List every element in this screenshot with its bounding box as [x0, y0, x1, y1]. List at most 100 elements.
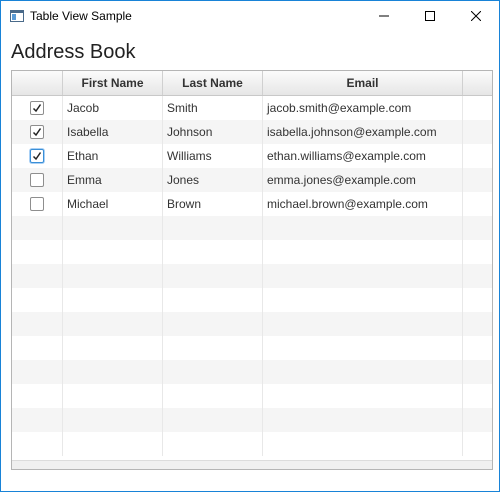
select-cell — [12, 264, 63, 288]
row-checkbox[interactable] — [30, 197, 44, 211]
horizontal-scrollbar[interactable] — [12, 460, 492, 469]
last-name-cell: Johnson — [163, 120, 263, 144]
email-cell — [263, 360, 463, 384]
email-cell — [263, 240, 463, 264]
select-cell — [12, 120, 63, 144]
select-cell — [12, 312, 63, 336]
filler-cell — [463, 192, 492, 216]
address-table[interactable]: First Name Last Name Email Jacob Smith jac… — [11, 70, 493, 470]
first-name-cell: Emma — [63, 168, 163, 192]
last-name-cell: Brown — [163, 192, 263, 216]
empty-table-row — [12, 216, 492, 240]
filler-cell — [463, 144, 492, 168]
empty-table-row — [12, 408, 492, 432]
first-name-cell — [63, 408, 163, 432]
table-header: First Name Last Name Email — [12, 71, 492, 96]
filler-cell — [463, 312, 492, 336]
table-row[interactable]: Jacob Smith jacob.smith@example.com — [12, 96, 492, 120]
checkmark-icon — [32, 152, 42, 161]
first-name-cell: Michael — [63, 192, 163, 216]
minimize-button[interactable] — [361, 1, 407, 31]
email-cell — [263, 384, 463, 408]
first-name-cell — [63, 336, 163, 360]
minimize-icon — [379, 15, 389, 17]
last-name-cell — [163, 240, 263, 264]
empty-table-row — [12, 336, 492, 360]
first-name-cell — [63, 312, 163, 336]
email-cell — [263, 432, 463, 456]
row-checkbox[interactable] — [30, 149, 44, 163]
select-cell — [12, 168, 63, 192]
empty-table-row — [12, 312, 492, 336]
last-name-cell — [163, 264, 263, 288]
empty-table-row — [12, 432, 492, 456]
email-cell: isabella.johnson@example.com — [263, 120, 463, 144]
email-cell — [263, 408, 463, 432]
select-cell — [12, 96, 63, 120]
title-bar[interactable]: Table View Sample — [1, 1, 499, 31]
last-name-cell — [163, 312, 263, 336]
select-cell — [12, 336, 63, 360]
filler-cell — [463, 216, 492, 240]
first-name-cell — [63, 216, 163, 240]
checkmark-icon — [32, 128, 42, 137]
email-cell: michael.brown@example.com — [263, 192, 463, 216]
last-name-cell: Smith — [163, 96, 263, 120]
select-cell — [12, 384, 63, 408]
maximize-button[interactable] — [407, 1, 453, 31]
select-cell — [12, 360, 63, 384]
filler-cell — [463, 408, 492, 432]
first-name-cell — [63, 360, 163, 384]
table-body: Jacob Smith jacob.smith@example.com Isabell… — [12, 96, 492, 456]
last-name-cell: Jones — [163, 168, 263, 192]
column-header-select[interactable] — [12, 71, 63, 95]
last-name-cell — [163, 336, 263, 360]
empty-table-row — [12, 360, 492, 384]
last-name-cell — [163, 216, 263, 240]
email-cell: jacob.smith@example.com — [263, 96, 463, 120]
first-name-cell — [63, 288, 163, 312]
select-cell — [12, 144, 63, 168]
last-name-cell — [163, 432, 263, 456]
close-icon — [471, 11, 481, 21]
table-row[interactable]: Ethan Williams ethan.williams@example.com — [12, 144, 492, 168]
empty-table-row — [12, 240, 492, 264]
first-name-cell — [63, 264, 163, 288]
first-name-cell — [63, 384, 163, 408]
row-checkbox[interactable] — [30, 173, 44, 187]
email-cell — [263, 264, 463, 288]
email-cell — [263, 336, 463, 360]
row-checkbox[interactable] — [30, 101, 44, 115]
email-cell: emma.jones@example.com — [263, 168, 463, 192]
app-window: Table View Sample Address Book First Nam… — [0, 0, 500, 492]
filler-cell — [463, 240, 492, 264]
empty-table-row — [12, 288, 492, 312]
first-name-cell: Ethan — [63, 144, 163, 168]
column-header-last-name[interactable]: Last Name — [163, 71, 263, 95]
filler-cell — [463, 336, 492, 360]
last-name-cell: Williams — [163, 144, 263, 168]
app-window-icon — [10, 10, 24, 22]
close-button[interactable] — [453, 1, 499, 31]
email-cell — [263, 288, 463, 312]
column-header-email[interactable]: Email — [263, 71, 463, 95]
email-cell: ethan.williams@example.com — [263, 144, 463, 168]
table-row[interactable]: Isabella Johnson isabella.johnson@example.… — [12, 120, 492, 144]
last-name-cell — [163, 288, 263, 312]
empty-table-row — [12, 384, 492, 408]
table-row[interactable]: Michael Brown michael.brown@example.com — [12, 192, 492, 216]
last-name-cell — [163, 384, 263, 408]
filler-cell — [463, 288, 492, 312]
last-name-cell — [163, 408, 263, 432]
row-checkbox[interactable] — [30, 125, 44, 139]
first-name-cell: Jacob — [63, 96, 163, 120]
select-cell — [12, 408, 63, 432]
filler-cell — [463, 360, 492, 384]
select-cell — [12, 288, 63, 312]
window-title: Table View Sample — [30, 9, 132, 23]
filler-cell — [463, 432, 492, 456]
first-name-cell — [63, 432, 163, 456]
table-row[interactable]: Emma Jones emma.jones@example.com — [12, 168, 492, 192]
checkmark-icon — [32, 104, 42, 113]
column-header-first-name[interactable]: First Name — [63, 71, 163, 95]
